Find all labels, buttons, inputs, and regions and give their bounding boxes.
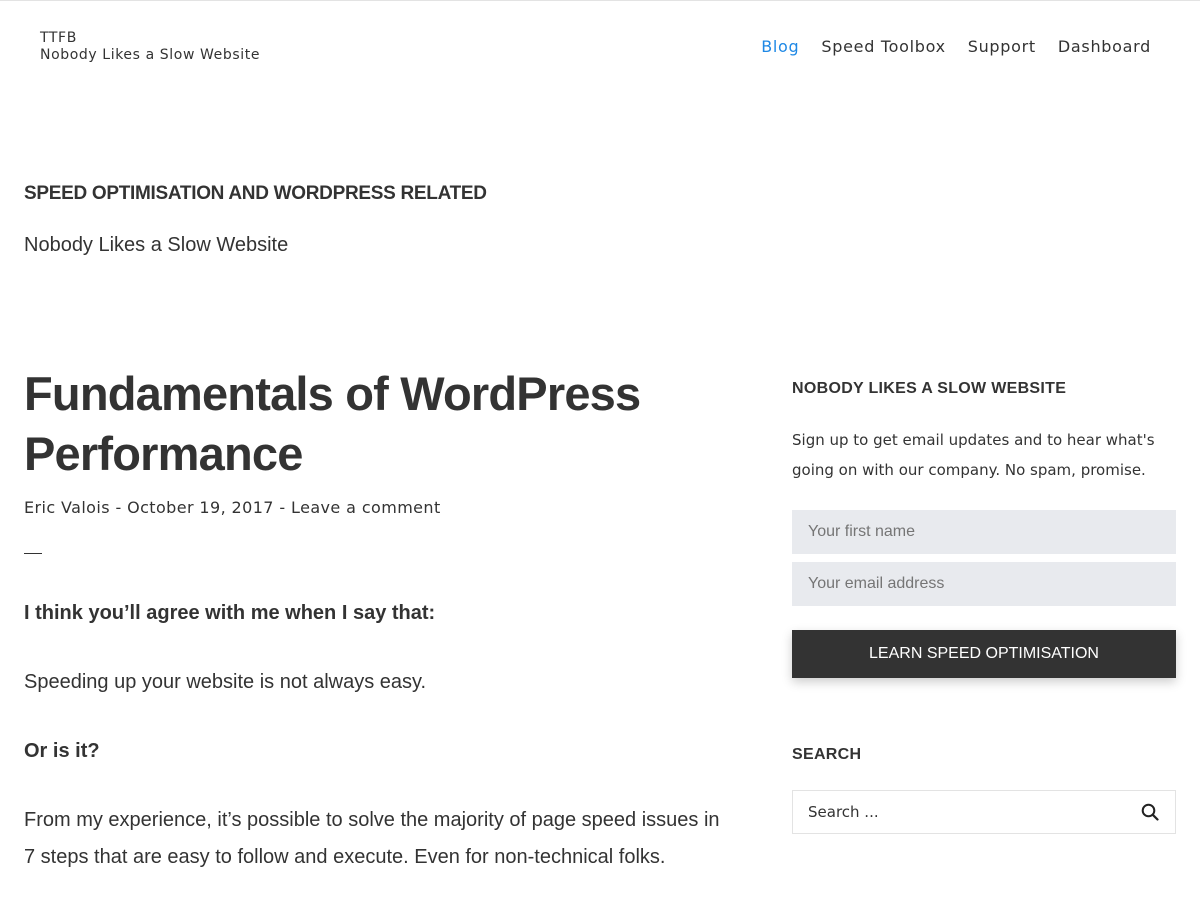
post-date-link[interactable]: October 19, 2017 <box>127 498 274 517</box>
sidebar: NOBODY LIKES A SLOW WEBSITE Sign up to g… <box>792 380 1176 834</box>
site-branding[interactable]: TTFB Nobody Likes a Slow Website <box>40 30 260 64</box>
post-meta: Eric Valois - October 19, 2017 - Leave a… <box>24 498 724 517</box>
post-article: Fundamentals of WordPress Performance Er… <box>24 364 724 900</box>
site-tagline: Nobody Likes a Slow Website <box>40 47 261 63</box>
site-title[interactable]: TTFB <box>40 30 260 47</box>
signup-widget-text: Sign up to get email updates and to hear… <box>792 431 1155 479</box>
post-separator <box>24 553 42 554</box>
signup-widget: NOBODY LIKES A SLOW WEBSITE Sign up to g… <box>792 380 1176 678</box>
post-paragraph: Speeding up your website is not always e… <box>24 671 427 693</box>
nav-item-dashboard[interactable]: Dashboard <box>1058 37 1151 57</box>
learn-speed-optimisation-button[interactable]: LEARN SPEED OPTIMISATION <box>792 630 1176 678</box>
first-name-field[interactable] <box>792 510 1176 554</box>
meta-separator: - <box>273 498 292 517</box>
search-widget-title: SEARCH <box>792 746 862 763</box>
search-widget: SEARCH Search ... <box>792 746 1176 834</box>
post-author-link[interactable]: Eric Valois <box>24 498 110 517</box>
email-field[interactable] <box>792 562 1176 606</box>
nav-item-blog[interactable]: Blog <box>761 37 799 57</box>
search-placeholder[interactable]: Search ... <box>808 803 1140 821</box>
meta-separator: - <box>109 498 128 517</box>
top-border <box>0 0 1200 1</box>
post-paragraph: From my experience, it’s possible to sol… <box>24 809 720 868</box>
post-paragraph: Or is it? <box>24 740 100 762</box>
blog-tagline: Nobody Likes a Slow Website <box>24 234 289 256</box>
post-title[interactable]: Fundamentals of WordPress Performance <box>24 364 724 484</box>
leave-comment-link[interactable]: Leave a comment <box>291 498 441 517</box>
nav-item-support[interactable]: Support <box>968 37 1036 57</box>
main-navigation: Blog Speed Toolbox Support Dashboard <box>761 37 1151 57</box>
blog-heading: SPEED OPTIMISATION AND WORDPRESS RELATED <box>24 183 487 204</box>
signup-widget-title: NOBODY LIKES A SLOW WEBSITE <box>792 380 1067 397</box>
search-input[interactable]: Search ... <box>792 790 1176 834</box>
search-icon-graphic <box>1141 803 1159 821</box>
search-icon[interactable] <box>1140 802 1160 822</box>
post-body: I think you’ll agree with me when I say … <box>24 601 724 876</box>
post-paragraph: I think you’ll agree with me when I say … <box>24 602 436 624</box>
nav-item-speed-toolbox[interactable]: Speed Toolbox <box>821 37 945 57</box>
